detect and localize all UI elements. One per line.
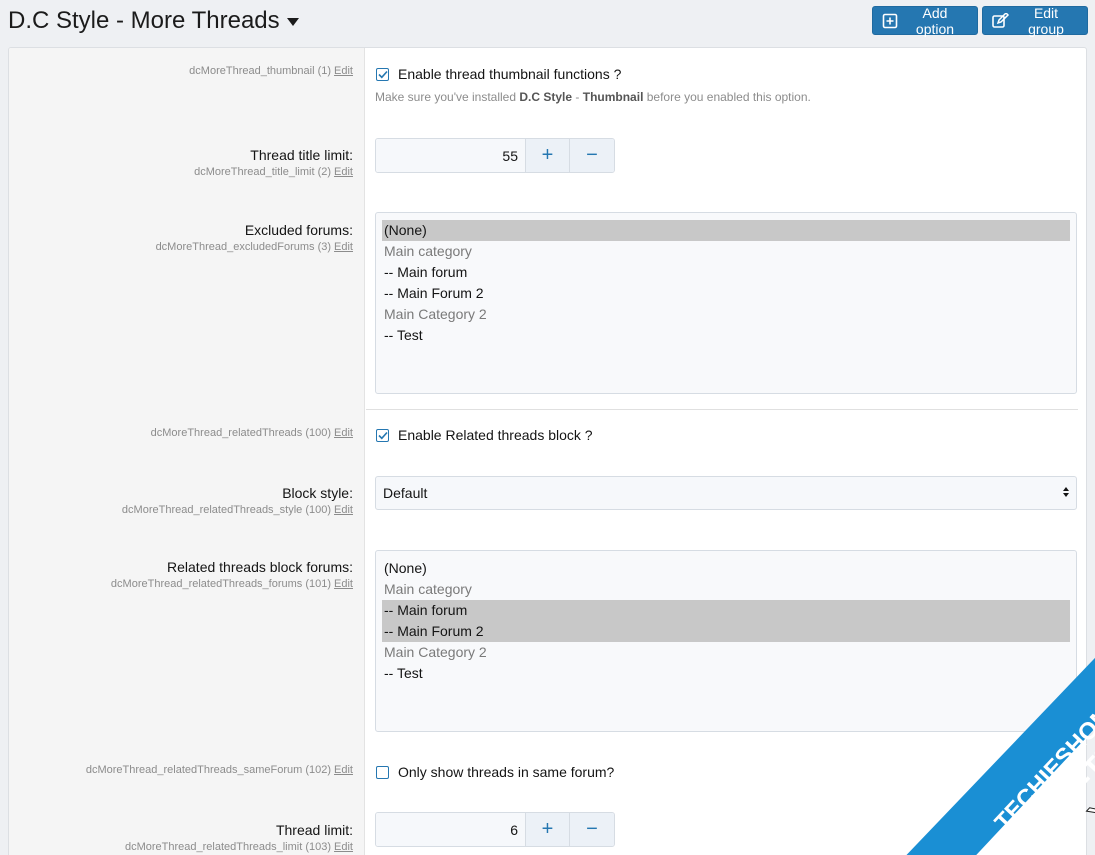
thumbnail-hint: Make sure you've installed D.C Style - T… bbox=[375, 90, 811, 104]
edit-link[interactable]: Edit bbox=[334, 578, 353, 590]
list-option[interactable]: Main category bbox=[382, 579, 1070, 600]
checkbox-checked-icon[interactable] bbox=[376, 67, 389, 81]
list-option[interactable]: -- Main Forum 2 bbox=[382, 283, 1070, 304]
edit-group-label: Edit group bbox=[1028, 4, 1064, 37]
excluded-forums-label: Excluded forums: bbox=[244, 222, 353, 238]
list-option[interactable]: -- Test bbox=[382, 663, 1070, 684]
checkbox-checked-icon[interactable] bbox=[376, 428, 389, 442]
edit-icon bbox=[992, 12, 1010, 29]
edit-link[interactable]: Edit bbox=[334, 166, 353, 178]
plus-square-icon bbox=[882, 13, 898, 29]
edit-link[interactable]: Edit bbox=[334, 427, 353, 439]
increment-button[interactable]: + bbox=[526, 813, 571, 846]
option-id: dcMoreThread_relatedThreads (100) Edit bbox=[150, 427, 353, 439]
edit-link[interactable]: Edit bbox=[334, 841, 353, 853]
related-threads-checkbox[interactable]: Enable Related threads block ? bbox=[375, 427, 593, 443]
option-id: dcMoreThread_thumbnail (1) Edit bbox=[189, 65, 353, 77]
thread-limit-label: Thread limit: bbox=[275, 822, 353, 838]
list-option[interactable]: -- Test bbox=[382, 325, 1070, 346]
select-arrows-icon bbox=[1062, 485, 1070, 501]
list-option[interactable]: -- Main forum bbox=[382, 262, 1070, 283]
add-option-button[interactable]: Add option bbox=[872, 4, 978, 37]
row-label-excluded-forums: Excluded forums: dcMoreThread_excludedFo… bbox=[156, 222, 353, 253]
list-option[interactable]: Main category bbox=[382, 241, 1070, 262]
edit-group-button[interactable]: Edit group bbox=[982, 4, 1088, 37]
decrement-button[interactable]: − bbox=[570, 139, 614, 172]
title-limit-input[interactable] bbox=[376, 139, 526, 172]
row-label-title-limit: Thread title limit: dcMoreThread_title_l… bbox=[194, 147, 353, 178]
list-option[interactable]: (None) bbox=[382, 220, 1070, 241]
field-related-threads: Enable Related threads block ? bbox=[375, 427, 593, 443]
same-forum-checkbox[interactable]: Only show threads in same forum? bbox=[375, 764, 614, 780]
checkbox-unchecked-icon[interactable] bbox=[376, 765, 389, 779]
option-id: dcMoreThread_relatedThreads_forums (101)… bbox=[110, 578, 353, 590]
page-title-text: D.C Style - More Threads bbox=[8, 7, 280, 34]
field-block-style: Default bbox=[375, 476, 1077, 510]
thread-limit-stepper[interactable]: + − bbox=[375, 812, 615, 847]
section-divider bbox=[366, 409, 1078, 410]
option-id: dcMoreThread_relatedThreads_limit (103) E… bbox=[124, 841, 353, 853]
list-option[interactable]: (None) bbox=[382, 558, 1070, 579]
option-id: dcMoreThread_title_limit (2) Edit bbox=[194, 166, 353, 178]
thumbnail-checkbox-label: Enable thread thumbnail functions ? bbox=[398, 66, 622, 82]
add-option-label: Add option bbox=[915, 4, 955, 37]
row-label-same-forum: dcMoreThread_relatedThreads_sameForum (1… bbox=[86, 764, 353, 776]
edit-link[interactable]: Edit bbox=[334, 764, 353, 776]
field-title-limit: + − bbox=[375, 138, 615, 173]
row-label-thread-limit: Thread limit: dcMoreThread_relatedThread… bbox=[125, 822, 353, 853]
option-id: dcMoreThread_relatedThreads_style (100) E… bbox=[121, 504, 353, 516]
list-option[interactable]: Main Category 2 bbox=[382, 304, 1070, 325]
list-option[interactable]: -- Main forum bbox=[382, 600, 1070, 621]
decrement-button[interactable]: − bbox=[570, 813, 614, 846]
row-label-related-threads: dcMoreThread_relatedThreads (100) Edit bbox=[151, 427, 353, 439]
field-thumbnail: Enable thread thumbnail functions ? Make… bbox=[375, 66, 811, 104]
field-excluded-forums: (None) Main category -- Main forum -- Ma… bbox=[375, 212, 1077, 394]
field-related-forums: (None) Main category -- Main forum -- Ma… bbox=[375, 550, 1077, 732]
block-style-value: Default bbox=[383, 485, 428, 501]
row-label-block-style: Block style: dcMoreThread_relatedThreads… bbox=[122, 485, 353, 516]
page-header: D.C Style - More Threads Add option Edit… bbox=[0, 0, 1095, 44]
row-label-related-forums: Related threads block forums: dcMoreThre… bbox=[111, 559, 353, 590]
excluded-forums-listbox[interactable]: (None) Main category -- Main forum -- Ma… bbox=[375, 212, 1077, 394]
edit-link[interactable]: Edit bbox=[334, 241, 353, 253]
block-style-label: Block style: bbox=[282, 485, 353, 501]
list-option[interactable]: -- Main Forum 2 bbox=[382, 621, 1070, 642]
caret-down-icon[interactable] bbox=[286, 18, 299, 26]
field-same-forum: Only show threads in same forum? bbox=[375, 764, 614, 780]
field-thread-limit: + − bbox=[375, 812, 615, 847]
related-forums-listbox[interactable]: (None) Main category -- Main forum -- Ma… bbox=[375, 550, 1077, 732]
options-panel: dcMoreThread_thumbnail (1) Edit Enable th… bbox=[8, 47, 1087, 855]
title-limit-stepper[interactable]: + − bbox=[375, 138, 615, 173]
option-id: dcMoreThread_excludedForums (3) Edit bbox=[155, 241, 353, 253]
title-limit-label: Thread title limit: bbox=[250, 147, 353, 163]
list-option[interactable]: Main Category 2 bbox=[382, 642, 1070, 663]
page-title[interactable]: D.C Style - More Threads bbox=[8, 7, 299, 35]
block-style-select[interactable]: Default bbox=[375, 476, 1077, 510]
increment-button[interactable]: + bbox=[526, 139, 571, 172]
edit-link[interactable]: Edit bbox=[334, 504, 353, 516]
option-id: dcMoreThread_relatedThreads_sameForum (1… bbox=[85, 764, 353, 776]
same-forum-checkbox-label: Only show threads in same forum? bbox=[398, 764, 615, 780]
related-threads-checkbox-label: Enable Related threads block ? bbox=[398, 427, 593, 443]
thumbnail-checkbox[interactable]: Enable thread thumbnail functions ? bbox=[375, 66, 811, 82]
related-forums-label: Related threads block forums: bbox=[167, 559, 353, 575]
edit-link[interactable]: Edit bbox=[334, 65, 353, 77]
row-label-thumbnail: dcMoreThread_thumbnail (1) Edit bbox=[189, 65, 353, 77]
thread-limit-input[interactable] bbox=[376, 813, 526, 846]
